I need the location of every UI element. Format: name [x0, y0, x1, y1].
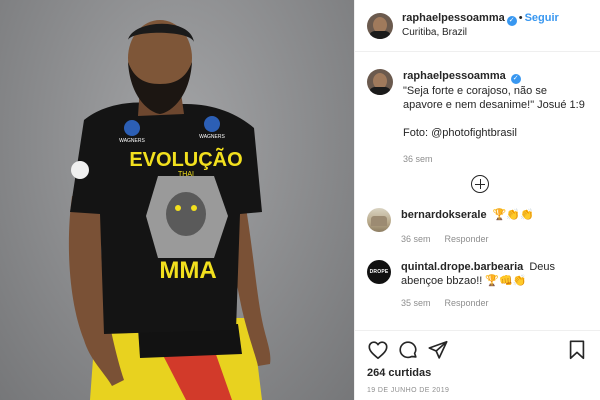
- verified-badge-icon: ✓: [506, 16, 517, 26]
- fighter-illustration: EVOLUÇÃO THAI MMA WAGNERS WAGNERS: [68, 20, 271, 400]
- instagram-post-view: EVOLUÇÃO THAI MMA WAGNERS WAGNERS raphae…: [0, 0, 600, 400]
- comment-time[interactable]: 36 sem: [401, 234, 431, 244]
- comment-bubble-icon[interactable]: [397, 339, 419, 361]
- sleeve-logo: [71, 161, 89, 179]
- caption-content: raphaelpessoamma ✓ "Seja forte e corajoso…: [403, 69, 588, 166]
- caption-comment: raphaelpessoamma ✓ "Seja forte e corajoso…: [367, 69, 588, 166]
- follow-button[interactable]: Seguir: [525, 12, 559, 24]
- commenter-username[interactable]: bernardokserale: [401, 209, 487, 221]
- shirt-text-mma: MMA: [159, 257, 216, 284]
- header-info: raphaelpessoamma ✓ • Seguir Curitiba, Brazi…: [402, 12, 559, 39]
- caption-meta: 36 sem: [403, 152, 588, 166]
- likes-count[interactable]: 264 curtidas: [367, 367, 588, 379]
- action-icons-row: [367, 339, 588, 361]
- commenter-avatar[interactable]: [367, 208, 391, 232]
- author-avatar[interactable]: [367, 12, 393, 39]
- reply-button[interactable]: Responder: [445, 234, 489, 244]
- caption-author-avatar[interactable]: [367, 69, 393, 95]
- header-top-line: raphaelpessoamma ✓ • Seguir: [402, 12, 559, 26]
- shirt-sponsor-left: WAGNERS: [119, 138, 145, 144]
- gorilla-face: [166, 192, 206, 236]
- post-header: raphaelpessoamma ✓ • Seguir Curitiba, Brazi…: [355, 0, 600, 52]
- caption-time[interactable]: 36 sem: [403, 154, 433, 164]
- commenter-username[interactable]: quintal.drope.barbearia: [401, 261, 523, 273]
- bookmark-icon[interactable]: [566, 339, 588, 361]
- verified-badge-icon: ✓: [510, 74, 521, 84]
- avatar-shirt: [369, 87, 391, 95]
- commenter-avatar[interactable]: DROPE: [367, 260, 391, 284]
- gorilla-eye-left: [175, 205, 181, 211]
- comment-meta: 35 sem Responder: [401, 296, 588, 310]
- gorilla-eye-right: [191, 205, 197, 211]
- avatar-shirt: [369, 30, 391, 39]
- paper-plane-icon[interactable]: [427, 339, 449, 361]
- photo-credit: Foto: @photofightbrasil: [403, 127, 517, 139]
- comment-item: DROPE quintal.drope.barbearia Deus abenç…: [367, 260, 588, 310]
- shirt-text-evolucao: EVOLUÇÃO: [129, 148, 242, 171]
- comment-item: bernardokserale 🏆👏👏 36 sem Responder: [367, 208, 588, 246]
- comment-content: bernardokserale 🏆👏👏 36 sem Responder: [401, 208, 534, 246]
- caption-username[interactable]: raphaelpessoamma: [403, 70, 506, 82]
- comment-time[interactable]: 35 sem: [401, 298, 431, 308]
- post-date[interactable]: 19 DE JUNHO DE 2019: [367, 387, 588, 394]
- comment-text: 🏆👏👏: [492, 209, 534, 221]
- plus-circle-icon[interactable]: [471, 175, 489, 193]
- sponsor-badge-left: [124, 120, 140, 136]
- post-actions: 264 curtidas 19 DE JUNHO DE 2019: [355, 330, 600, 400]
- post-photo[interactable]: EVOLUÇÃO THAI MMA WAGNERS WAGNERS: [0, 0, 354, 400]
- post-details-panel: raphaelpessoamma ✓ • Seguir Curitiba, Brazi…: [354, 0, 600, 400]
- caption-text: "Seja forte e corajoso, não se apavore e…: [403, 85, 585, 111]
- author-username[interactable]: raphaelpessoamma: [402, 12, 505, 24]
- reply-button[interactable]: Responder: [445, 298, 489, 308]
- comment-content: quintal.drope.barbearia Deus abençoe bbz…: [401, 260, 588, 310]
- comment-meta: 36 sem Responder: [401, 232, 534, 246]
- comments-section: raphaelpessoamma ✓ "Seja forte e corajoso…: [355, 53, 600, 330]
- shirt-sponsor-right: WAGNERS: [199, 134, 225, 140]
- sponsor-badge-right: [204, 116, 220, 132]
- post-location[interactable]: Curitiba, Brazil: [402, 26, 559, 39]
- heart-icon[interactable]: [367, 339, 389, 361]
- separator-dot: •: [518, 12, 523, 24]
- shirt-text-thai: THAI: [178, 171, 194, 178]
